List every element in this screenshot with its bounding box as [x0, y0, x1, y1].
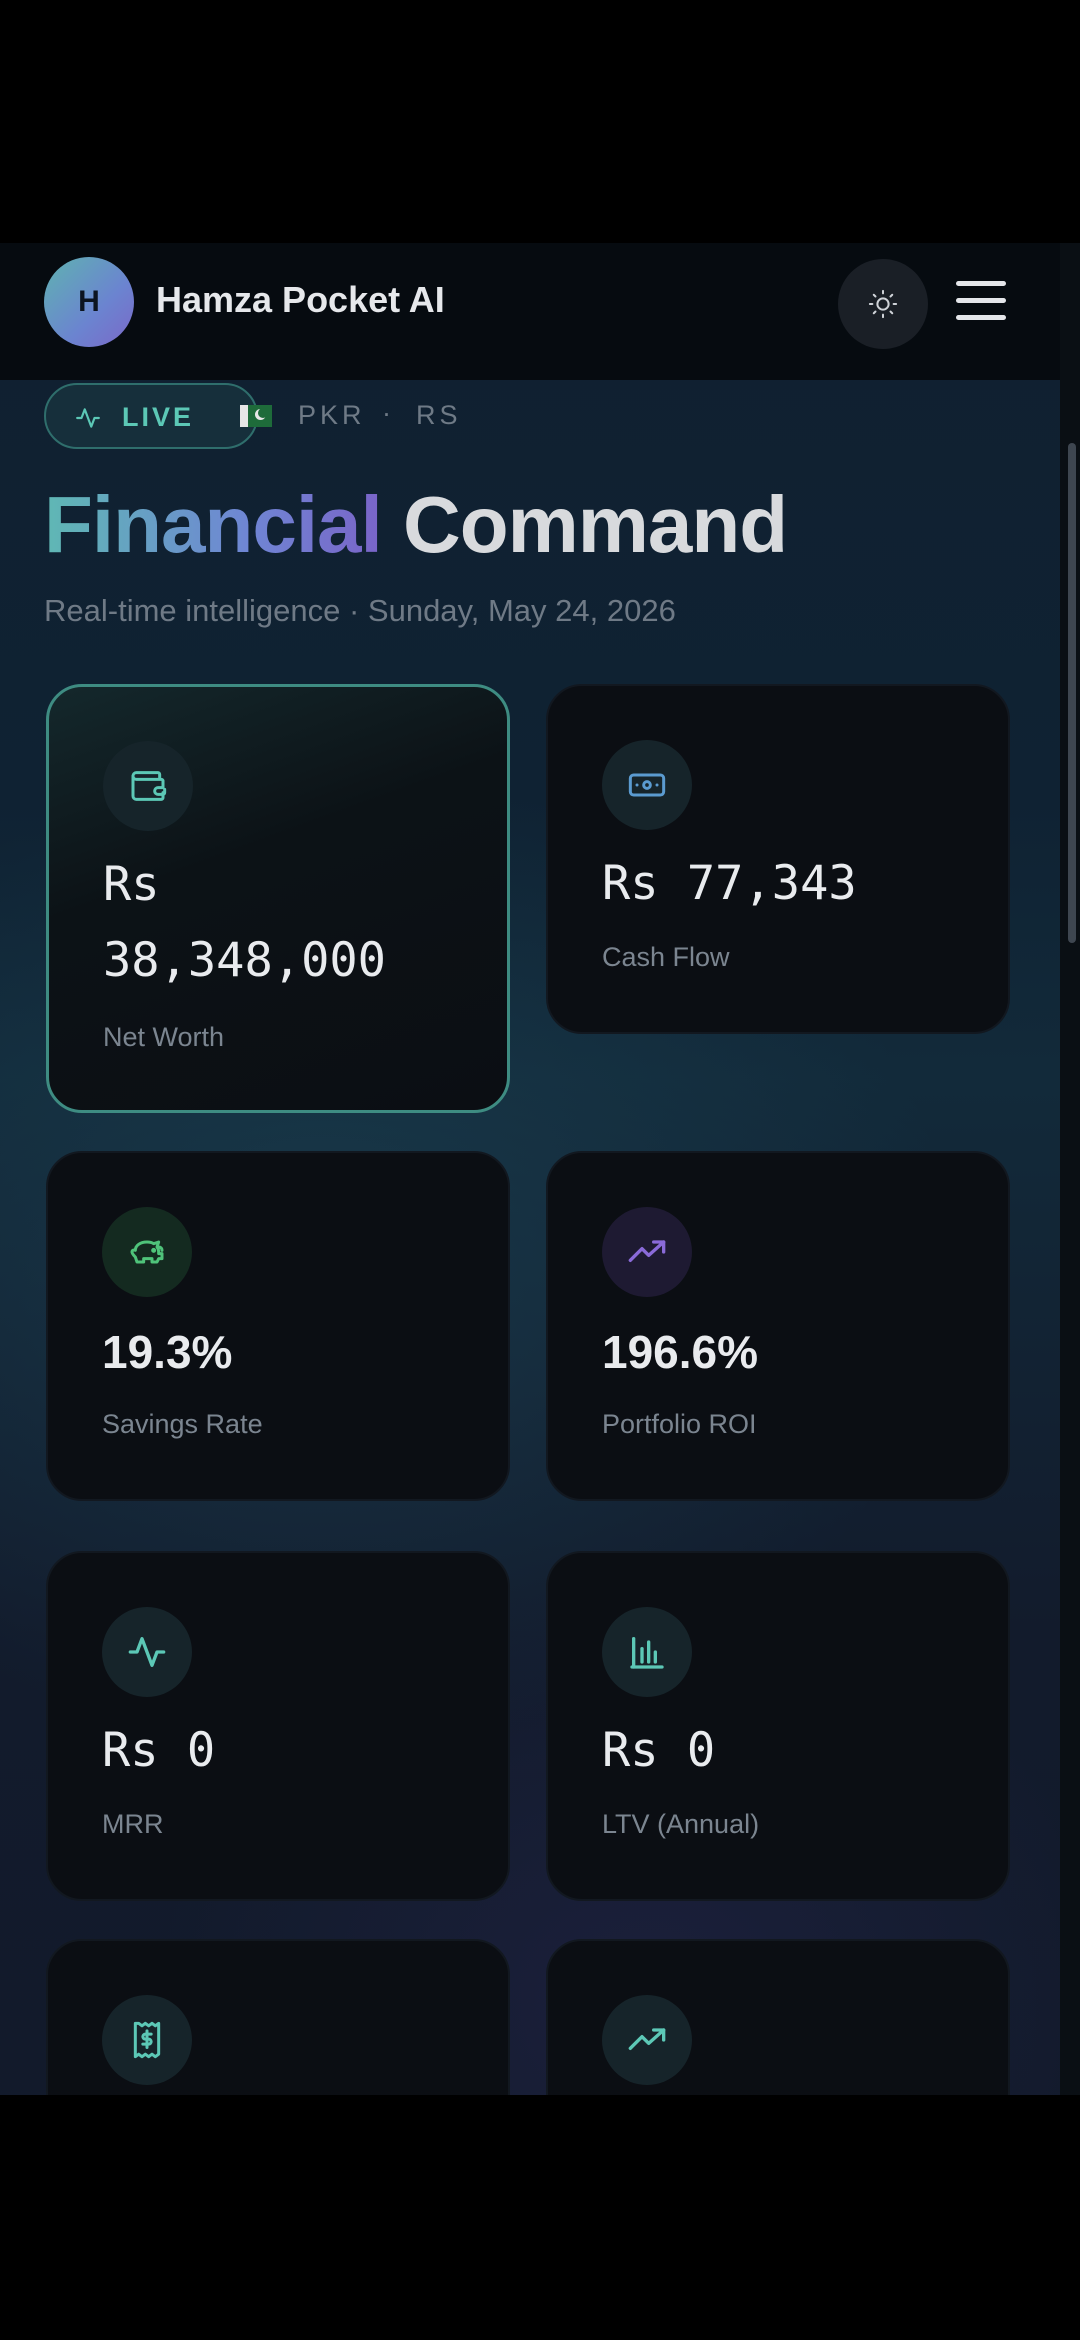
growth-card[interactable]: [546, 1939, 1010, 2095]
sun-icon: [868, 289, 898, 319]
menu-icon-line: [956, 298, 1006, 303]
activity-icon: [128, 1637, 166, 1667]
avatar[interactable]: H: [44, 257, 134, 347]
app-bar: H Hamza Pocket AI: [0, 243, 1060, 380]
trending-up-icon: [628, 2028, 666, 2050]
portfolio-roi-label: Portfolio ROI: [602, 1409, 757, 1439]
icon-badge: [102, 1995, 192, 2085]
cash-flow-label: Cash Flow: [602, 942, 730, 972]
icon-badge: [102, 1607, 192, 1697]
icon-badge: [602, 1607, 692, 1697]
net-worth-currency: Rs: [103, 857, 160, 912]
wallet-icon: [131, 771, 167, 801]
icon-badge: [103, 741, 193, 831]
mrr-value: Rs 0: [102, 1723, 216, 1778]
icon-badge: [602, 1995, 692, 2085]
activity-icon: [76, 408, 100, 428]
app-screen: H Hamza Pocket AI LIVE PKR · RS Financia…: [0, 243, 1080, 2095]
piggy-bank-icon: [130, 1240, 164, 1264]
page-title-main: Command: [403, 480, 788, 569]
net-worth-label: Net Worth: [103, 1022, 225, 1052]
cash-flow-card[interactable]: Rs 77,343 Cash Flow: [546, 684, 1010, 1034]
theme-toggle-button[interactable]: [838, 259, 928, 349]
mrr-label: MRR: [102, 1809, 164, 1839]
ltv-value: Rs 0: [602, 1723, 716, 1778]
pakistan-flag-icon: [240, 405, 272, 427]
menu-icon-line: [956, 315, 1006, 320]
savings-rate-value: 19.3%: [102, 1326, 233, 1378]
menu-button[interactable]: [956, 281, 1006, 323]
icon-badge: [602, 740, 692, 830]
portfolio-roi-card[interactable]: 196.6% Portfolio ROI: [546, 1151, 1010, 1501]
currency-code: PKR: [298, 400, 366, 430]
savings-rate-label: Savings Rate: [102, 1409, 263, 1439]
scrollbar-thumb[interactable]: [1068, 443, 1076, 943]
receipt-card[interactable]: [46, 1939, 510, 2095]
live-badge: LIVE: [44, 383, 258, 449]
currency-separator: ·: [382, 398, 391, 428]
app-title: Hamza Pocket AI: [156, 279, 445, 320]
menu-icon-line: [956, 281, 1006, 286]
page-subtitle: Real-time intelligence · Sunday, May 24,…: [44, 593, 676, 628]
portfolio-roi-value: 196.6%: [602, 1326, 759, 1378]
net-worth-card[interactable]: Rs 38,348,000 Net Worth: [46, 684, 510, 1113]
receipt-icon: [133, 2021, 161, 2059]
trending-up-icon: [628, 1240, 666, 1262]
live-label: LIVE: [122, 402, 195, 432]
page-title: Financial Command: [44, 479, 788, 571]
savings-rate-card[interactable]: 19.3% Savings Rate: [46, 1151, 510, 1501]
cash-flow-value: Rs 77,343: [602, 856, 857, 911]
banknote-icon: [628, 773, 666, 797]
currency-symbol: RS: [416, 400, 462, 430]
icon-badge: [602, 1207, 692, 1297]
bar-chart-icon: [630, 1637, 664, 1669]
ltv-card[interactable]: Rs 0 LTV (Annual): [546, 1551, 1010, 1901]
net-worth-value: 38,348,000: [103, 933, 386, 988]
ltv-label: LTV (Annual): [602, 1809, 760, 1839]
mrr-card[interactable]: Rs 0 MRR: [46, 1551, 510, 1901]
page-title-accent: Financial: [44, 480, 383, 569]
icon-badge: [102, 1207, 192, 1297]
